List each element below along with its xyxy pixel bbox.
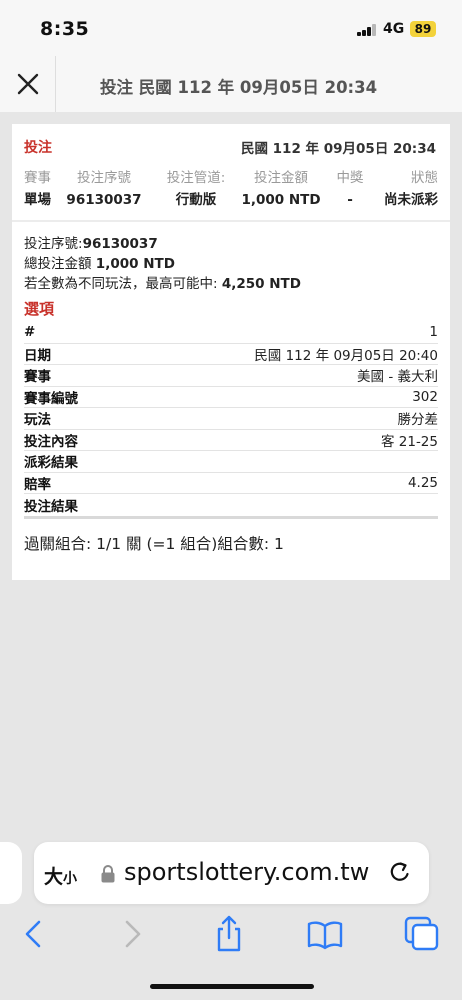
option-label: 日期: [24, 347, 51, 364]
combo-summary: 過關組合: 1/1 關 (=1 組合)組合數: 1: [24, 535, 284, 553]
option-value: 勝分差: [397, 412, 439, 429]
table-row: 投注內容 客 21-25: [24, 430, 438, 451]
amount-line: 總投注金額 1,000 NTD: [24, 254, 438, 274]
option-value: 美國 - 義大利: [357, 369, 438, 386]
option-value: 民國 112 年 09月05日 20:40: [254, 347, 438, 364]
home-indicator[interactable]: [150, 984, 314, 989]
option-label: 賽事編號: [24, 390, 78, 407]
page-header: 投注 民國 112 年 09月05日 20:34: [0, 56, 462, 112]
summary-header: 中獎: [336, 170, 364, 186]
table-row: 賽事 美國 - 義大利: [24, 365, 438, 387]
table-row: 賠率 4.25: [24, 473, 438, 494]
bet-date: 民國 112 年 09月05日 20:34: [240, 141, 436, 157]
table-row: #1: [24, 322, 438, 344]
address-bar[interactable]: 大小 sportslottery.com.tw: [34, 842, 429, 904]
summary-value: 1,000 NTD: [241, 192, 321, 208]
options-table: #1 日期 民國 112 年 09月05日 20:40 賽事 美國 - 義大利 賽事…: [24, 322, 438, 519]
bet-summary: 賽事 投注序號 投注管道: 投注金額 中獎 狀態 單場 96130037 行動版…: [24, 167, 438, 211]
summary-header: 賽事: [24, 170, 51, 186]
serial-line: 投注序號:96130037: [24, 234, 438, 254]
summary-header: 投注金額: [254, 170, 308, 186]
amount-value: 1,000 NTD: [95, 256, 175, 272]
serial-label: 投注序號:: [24, 236, 83, 252]
share-icon[interactable]: [209, 914, 249, 954]
battery-icon: 89: [410, 21, 436, 37]
bet-info: 投注序號:96130037 總投注金額 1,000 NTD 若全數為不同玩法，最…: [24, 234, 438, 294]
option-label: 派彩結果: [24, 455, 78, 472]
reload-icon[interactable]: [386, 859, 414, 887]
table-row: 玩法 勝分差: [24, 408, 438, 430]
close-icon: [17, 73, 39, 95]
text-size-button[interactable]: 大小: [44, 862, 77, 889]
summary-value-row: 單場 96130037 行動版 1,000 NTD - 尚未派彩: [24, 189, 438, 211]
back-icon[interactable]: [14, 914, 54, 954]
divider: [12, 220, 450, 222]
option-value: 302: [412, 388, 438, 405]
option-value: 4.25: [407, 474, 438, 491]
option-label: 賽事: [24, 369, 51, 386]
max-win-line: 若全數為不同玩法，最高可能中: 4,250 NTD: [24, 274, 438, 294]
summary-header: 狀態: [411, 170, 438, 186]
option-label: 投注結果: [24, 498, 78, 515]
option-value: 客 21-25: [380, 433, 438, 450]
forward-icon[interactable]: [112, 914, 152, 954]
max-win-label: 若全數為不同玩法，最高可能中:: [24, 276, 218, 292]
table-row: 日期 民國 112 年 09月05日 20:40: [24, 344, 438, 365]
lock-icon: [101, 865, 115, 883]
option-label: #: [24, 324, 36, 341]
option-label: 賠率: [24, 476, 51, 493]
option-label: 玩法: [24, 412, 51, 429]
option-label: 投注內容: [24, 433, 78, 450]
amount-label: 總投注金額: [24, 256, 92, 272]
max-win-value: 4,250 NTD: [221, 276, 301, 292]
summary-value: 96130037: [66, 192, 142, 208]
summary-value: 尚未派彩: [384, 192, 438, 208]
options-title: 選項: [24, 300, 55, 318]
status-time: 8:35: [40, 18, 90, 40]
bookmarks-icon[interactable]: [305, 914, 345, 954]
serial-value: 96130037: [82, 236, 158, 252]
summary-header: 投注序號: [77, 170, 131, 186]
bet-card: 投注 民國 112 年 09月05日 20:34 賽事 投注序號 投注管道: 投…: [12, 124, 450, 580]
network-type: 4G: [383, 21, 405, 37]
url-text[interactable]: sportslottery.com.tw: [124, 858, 369, 886]
summary-value: -: [347, 192, 353, 208]
text-size-big: 大: [44, 866, 64, 888]
bet-title: 投注: [24, 140, 52, 156]
summary-header-row: 賽事 投注序號 投注管道: 投注金額 中獎 狀態: [24, 167, 438, 189]
table-row: 賽事編號 302: [24, 387, 438, 408]
summary-value: 單場: [24, 192, 51, 208]
table-end-rule: [24, 515, 438, 519]
previous-tab-peek[interactable]: [0, 842, 22, 904]
close-button[interactable]: [10, 66, 46, 102]
summary-value: 行動版: [175, 192, 217, 208]
text-size-small: 小: [63, 871, 78, 887]
signal-icon: [357, 24, 377, 36]
status-bar: 8:35 4G 89: [0, 0, 462, 56]
option-value: 1: [429, 324, 438, 341]
table-row: 派彩結果: [24, 451, 438, 473]
summary-header: 投注管道:: [166, 170, 226, 186]
tabs-icon[interactable]: [402, 914, 442, 954]
header-divider: [55, 56, 56, 112]
browser-toolbar: [0, 906, 462, 964]
table-row: 投注結果: [24, 494, 438, 516]
page-title: 投注 民國 112 年 09月05日 20:34: [100, 78, 378, 97]
